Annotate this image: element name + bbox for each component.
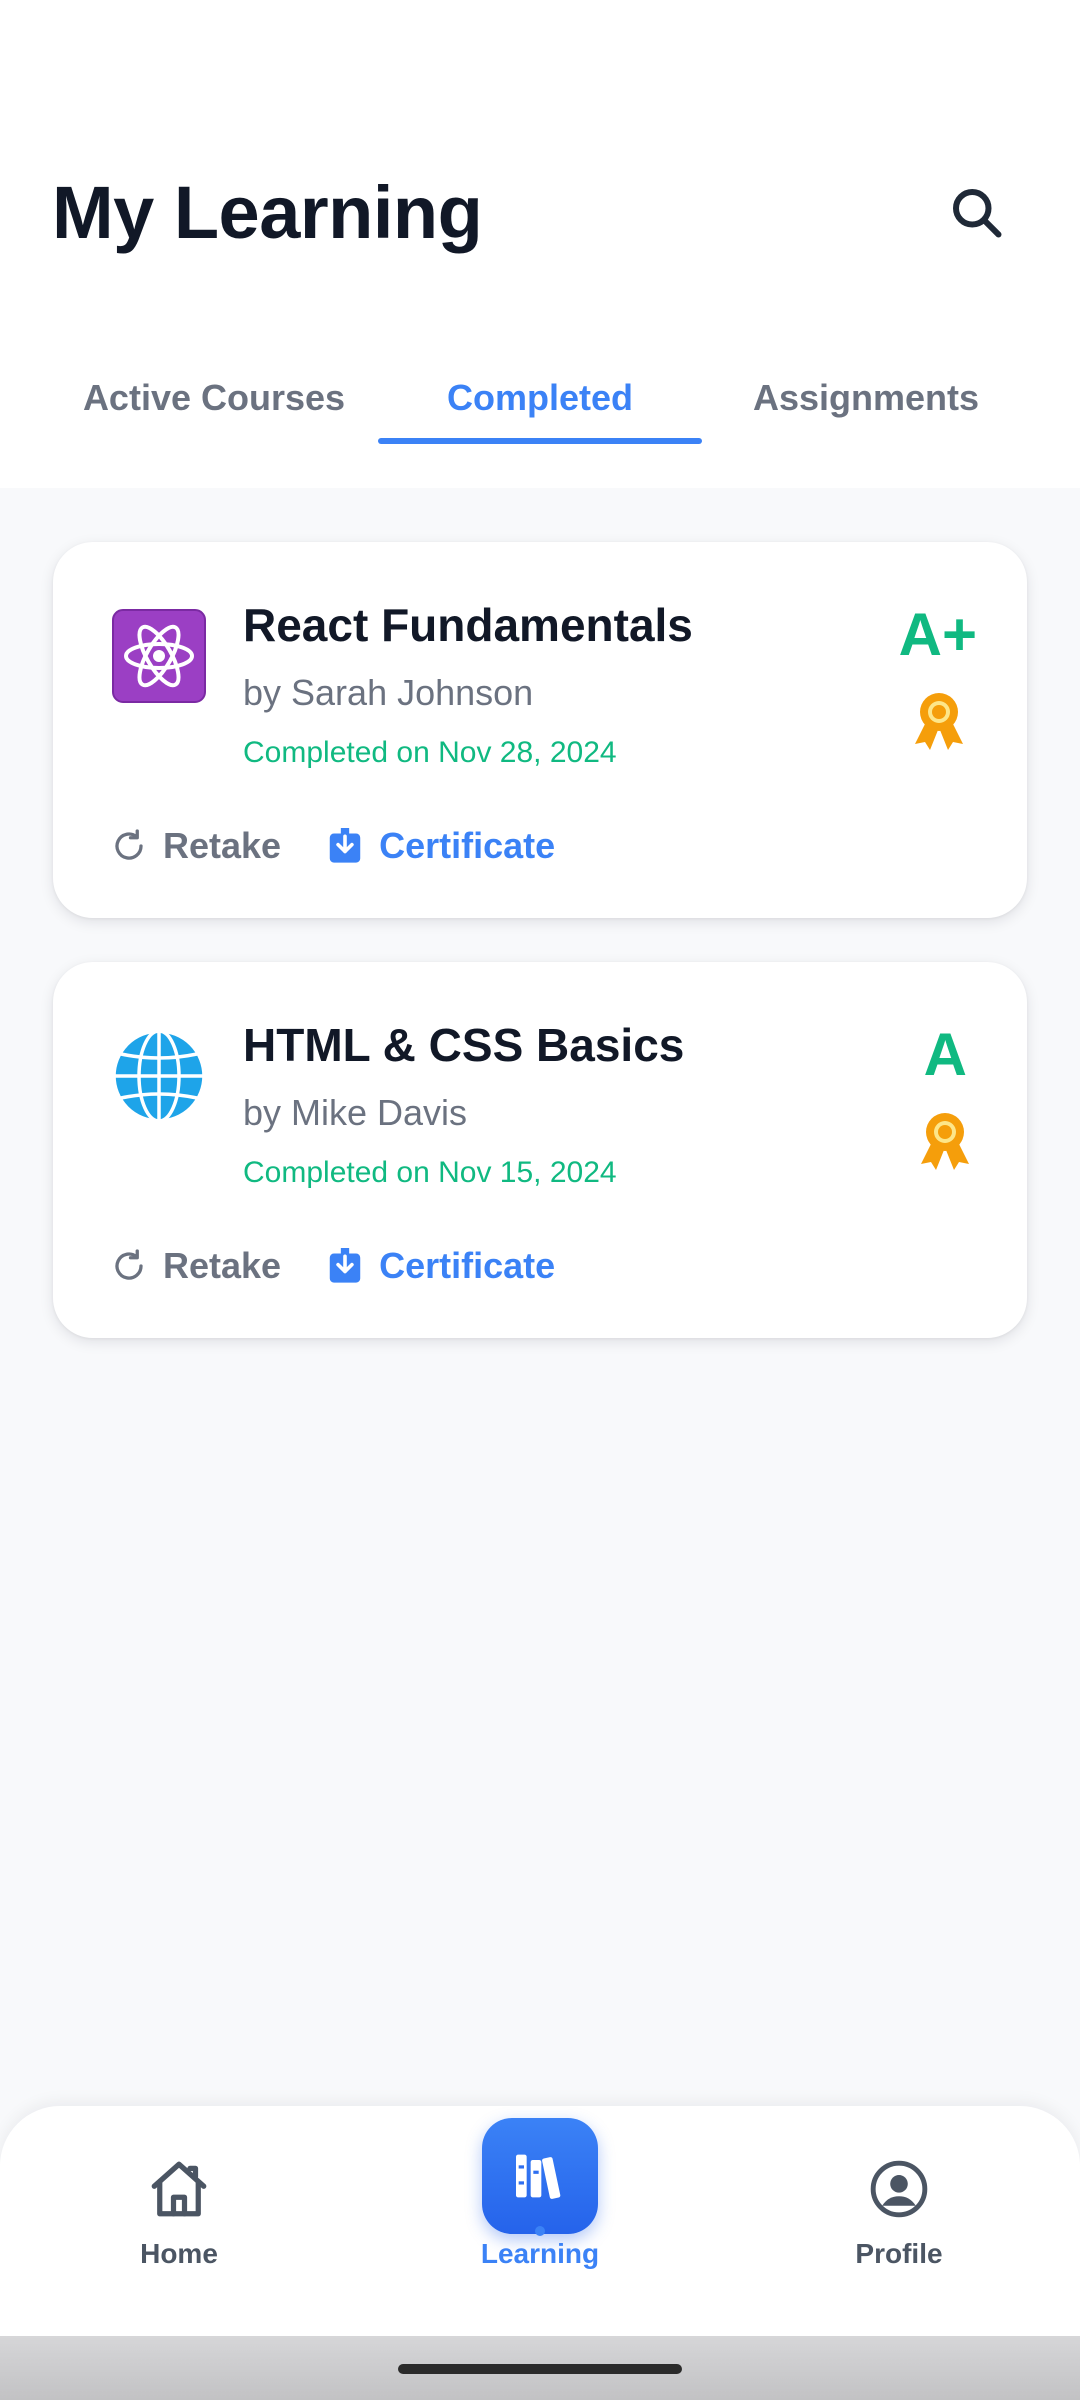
home-indicator[interactable] (398, 2364, 682, 2374)
certificate-button[interactable]: Certificate (325, 825, 555, 867)
globe-icon (112, 1029, 206, 1123)
completion-date: Completed on Nov 28, 2024 (243, 736, 617, 769)
award-icon (915, 693, 963, 750)
active-tab-indicator (378, 438, 702, 444)
user-circle-icon (864, 2154, 934, 2224)
nav-profile[interactable]: Profile (789, 2106, 1009, 2306)
retake-label: Retake (163, 1245, 282, 1286)
retake-label: Retake (163, 825, 282, 866)
course-card[interactable]: HTML & CSS Basics by Mike Davis Complete… (53, 962, 1027, 1338)
nav-profile-label: Profile (855, 2238, 943, 2269)
grade-badge: A+ (898, 601, 977, 668)
nav-learning-highlight (482, 2118, 598, 2234)
app-header: My Learning Active Courses Completed Ass… (0, 0, 1080, 488)
retake-button[interactable]: Retake (109, 1245, 281, 1287)
download-icon (325, 826, 365, 866)
certificate-label: Certificate (379, 1245, 556, 1286)
nav-learning-label: Learning (480, 2238, 600, 2269)
search-icon (953, 189, 1002, 238)
retake-icon (109, 826, 149, 866)
tab-bar: Active Courses Completed Assignments (0, 348, 1080, 448)
tab-active-courses[interactable]: Active Courses (52, 348, 376, 448)
nav-home[interactable]: Home (69, 2106, 289, 2306)
atom-icon (112, 609, 206, 703)
course-author: by Mike Davis (243, 1092, 468, 1133)
award-icon (921, 1113, 969, 1170)
page-title: My Learning (52, 171, 483, 254)
nav-learning[interactable]: Learning (430, 2106, 650, 2306)
course-actions: Retake Certificate (109, 1240, 555, 1292)
nav-home-label: Home (140, 2238, 218, 2269)
course-author: by Sarah Johnson (243, 672, 534, 713)
retake-button[interactable]: Retake (109, 825, 281, 867)
course-title: HTML & CSS Basics (243, 1019, 685, 1071)
retake-icon (109, 1246, 149, 1286)
home-icon (144, 2154, 214, 2224)
tab-completed[interactable]: Completed (378, 348, 702, 448)
tab-assignments[interactable]: Assignments (704, 348, 1028, 448)
course-card[interactable]: React Fundamentals by Sarah Johnson Comp… (53, 542, 1027, 918)
grade-badge: A (923, 1021, 967, 1088)
books-icon (516, 2154, 561, 2199)
certificate-button[interactable]: Certificate (325, 1245, 555, 1287)
search-button[interactable] (940, 176, 1012, 248)
completion-date: Completed on Nov 15, 2024 (243, 1156, 617, 1189)
course-title: React Fundamentals (243, 599, 693, 651)
download-icon (325, 1246, 365, 1286)
course-actions: Retake Certificate (109, 820, 555, 872)
certificate-label: Certificate (379, 825, 556, 866)
nav-active-dot (535, 2226, 545, 2236)
bottom-navigation: Home Learning Profile (0, 2106, 1080, 2336)
